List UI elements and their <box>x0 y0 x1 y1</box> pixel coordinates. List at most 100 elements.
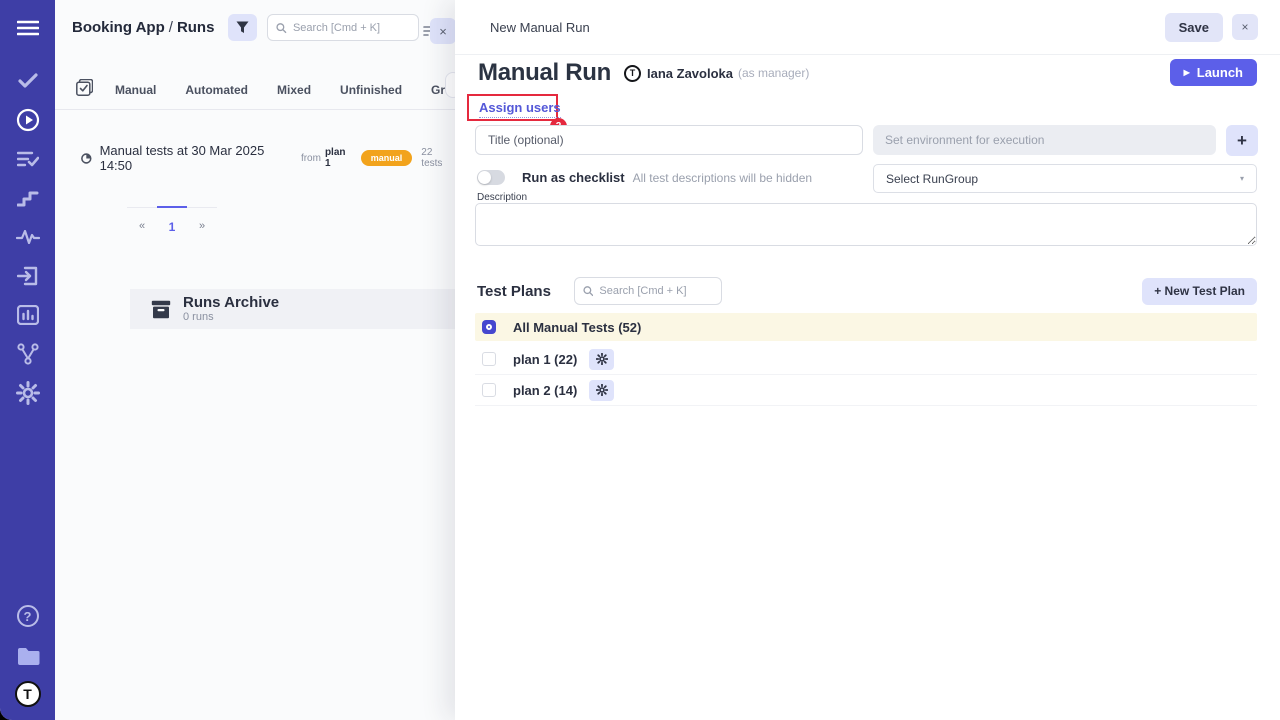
archive-count: 0 runs <box>183 311 279 323</box>
test-plans-header: Test Plans + New Test Plan <box>477 277 1257 305</box>
help-icon[interactable]: ? <box>14 602 42 630</box>
runs-search[interactable] <box>267 14 419 41</box>
breadcrumb-project[interactable]: Booking App <box>72 19 165 36</box>
archive-title: Runs Archive <box>183 295 279 310</box>
plan-label[interactable]: All Manual Tests (52) <box>513 320 641 335</box>
description-label: Description <box>477 192 527 203</box>
checkbox-all-manual[interactable] <box>482 320 496 334</box>
checkbox-plan-1[interactable] <box>482 352 496 366</box>
run-heading-row: Manual Run T Iana Zavoloka (as manager) <box>478 59 809 87</box>
plan-2-settings-button[interactable] <box>589 380 614 401</box>
plan-1-settings-button[interactable] <box>589 349 614 370</box>
runs-play-icon[interactable] <box>14 106 42 134</box>
breadcrumb: Booking App/Runs <box>72 19 214 36</box>
tab-mixed[interactable]: Mixed <box>277 83 311 97</box>
settings-gear-icon[interactable] <box>14 379 42 407</box>
pagination-page-1[interactable]: 1 <box>157 206 187 234</box>
modal-close-button[interactable]: × <box>1232 14 1258 40</box>
annotation-box: Assign users <box>467 94 558 121</box>
launch-button[interactable]: ▶ Launch <box>1170 59 1257 86</box>
run-list-item[interactable]: Manual tests at 30 Mar 2025 14:50 from p… <box>81 143 455 173</box>
run-title-input[interactable] <box>475 125 863 155</box>
run-plan-link[interactable]: plan 1 <box>325 147 353 169</box>
pagination-prev[interactable]: « <box>127 207 157 234</box>
test-plans-search-input[interactable] <box>599 285 713 297</box>
new-manual-run-modal: New Manual Run Save × Manual Run T Iana … <box>455 0 1280 720</box>
gear-icon <box>596 353 608 365</box>
nav-sidebar: ? T <box>0 0 55 720</box>
pagination-next[interactable]: » <box>187 207 217 234</box>
search-icon <box>276 22 287 34</box>
rungroup-select[interactable]: Select RunGroup ▾ <box>873 164 1257 193</box>
plan-row-plan-2[interactable]: plan 2 (14) <box>475 375 1257 406</box>
run-as-checklist-toggle[interactable] <box>477 170 505 185</box>
checklist-label: Run as checklist <box>522 170 625 185</box>
gear-icon <box>596 384 608 396</box>
run-type-badge: manual <box>361 150 413 166</box>
breadcrumb-section[interactable]: Runs <box>177 19 215 36</box>
select-runs-icon[interactable] <box>76 79 93 101</box>
branches-fork-icon[interactable] <box>14 340 42 368</box>
filter-button[interactable] <box>228 14 257 41</box>
test-plan-list: All Manual Tests (52) plan 1 (22) plan 2… <box>475 313 1257 406</box>
chevron-down-icon: ▾ <box>1240 174 1244 183</box>
test-plans-heading: Test Plans <box>477 283 551 300</box>
panel-close-button[interactable]: × <box>430 18 456 44</box>
runs-archive-item[interactable]: Runs Archive 0 runs <box>130 289 455 329</box>
plan-row-plan-1[interactable]: plan 1 (22) <box>475 344 1257 375</box>
runs-tabs: Manual Automated Mixed Unfinished Groups <box>55 70 455 110</box>
launch-label: Launch <box>1197 65 1243 80</box>
plan-label[interactable]: plan 1 (22) <box>513 352 577 367</box>
assign-users-link[interactable]: Assign users <box>479 100 561 118</box>
archive-text: Runs Archive 0 runs <box>183 295 279 323</box>
add-environment-button[interactable]: + <box>1226 125 1258 156</box>
run-from-label: from <box>301 153 321 164</box>
tab-manual[interactable]: Manual <box>115 83 156 97</box>
pulse-activity-icon[interactable] <box>14 223 42 251</box>
manager-role: (as manager) <box>738 66 809 80</box>
archive-box-icon <box>151 300 171 319</box>
modal-title: New Manual Run <box>490 20 590 35</box>
projects-folder-icon[interactable] <box>14 641 42 669</box>
plan-row-all-manual[interactable]: All Manual Tests (52) <box>475 313 1257 341</box>
search-icon <box>583 285 593 297</box>
tests-check-icon[interactable] <box>14 67 42 95</box>
logo-glyph: T <box>23 686 32 702</box>
play-icon: ▶ <box>1184 68 1190 77</box>
menu-icon[interactable] <box>14 14 42 42</box>
checkbox-plan-2[interactable] <box>482 383 496 397</box>
environment-input[interactable] <box>873 125 1216 155</box>
plan-label[interactable]: plan 2 (14) <box>513 383 577 398</box>
modal-header: New Manual Run Save × <box>455 0 1280 55</box>
run-test-count: 22 tests <box>421 147 455 169</box>
manager-name: Iana Zavoloka <box>647 66 733 81</box>
save-button[interactable]: Save <box>1165 13 1223 42</box>
new-test-plan-button[interactable]: + New Test Plan <box>1142 278 1257 305</box>
checkbox-mark <box>486 324 492 330</box>
run-title[interactable]: Manual tests at 30 Mar 2025 14:50 <box>100 143 293 173</box>
checklist-toggle-row: Run as checklist All test descriptions w… <box>477 170 812 185</box>
milestones-steps-icon[interactable] <box>14 184 42 212</box>
test-plans-search[interactable] <box>574 277 722 305</box>
checklist-hint: All test descriptions will be hidden <box>633 171 812 185</box>
import-signin-icon[interactable] <box>14 262 42 290</box>
runs-search-input[interactable] <box>293 22 410 34</box>
avatar-glyph: T <box>630 68 636 78</box>
tab-automated[interactable]: Automated <box>185 83 248 97</box>
run-type-icon <box>81 153 92 164</box>
manager-avatar: T <box>624 65 641 82</box>
description-textarea[interactable] <box>475 203 1257 246</box>
panel-header: Booking App/Runs <box>72 14 419 41</box>
plans-list-check-icon[interactable] <box>14 145 42 173</box>
tab-unfinished[interactable]: Unfinished <box>340 83 402 97</box>
rungroup-value: Select RunGroup <box>886 172 978 186</box>
close-icon: × <box>439 24 447 39</box>
page-title: Manual Run <box>478 59 611 87</box>
app-window: ? T Booking App/Runs × <box>0 0 1280 720</box>
close-icon: × <box>1241 20 1248 34</box>
pagination: « 1 » <box>127 207 217 234</box>
breadcrumb-separator: / <box>169 19 173 36</box>
help-glyph: ? <box>24 609 32 624</box>
app-logo[interactable]: T <box>14 680 42 708</box>
reports-chart-icon[interactable] <box>14 301 42 329</box>
